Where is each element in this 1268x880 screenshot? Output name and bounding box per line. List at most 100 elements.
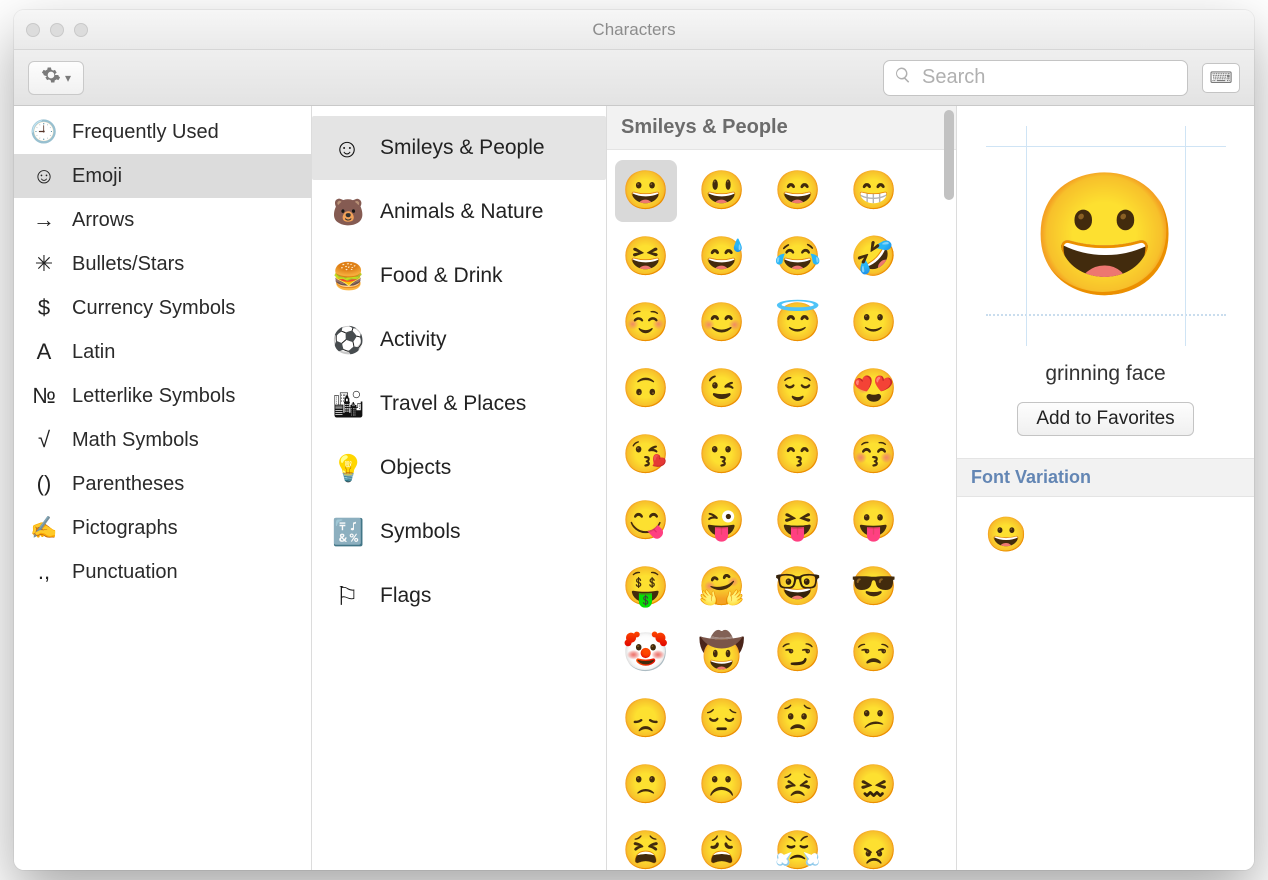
emoji-cell[interactable]: 😜 — [691, 490, 753, 552]
subcategory-list: ☺Smileys & People🐻Animals & Nature🍔Food … — [312, 106, 607, 870]
emoji-cell[interactable]: 😌 — [767, 358, 829, 420]
guide-line — [1026, 126, 1027, 346]
zoom-window[interactable] — [74, 23, 88, 37]
emoji-cell[interactable]: 😗 — [691, 424, 753, 486]
emoji-cell[interactable]: ☹️ — [691, 754, 753, 816]
emoji-cell[interactable]: 😋 — [615, 490, 677, 552]
emoji-cell[interactable]: 😇 — [767, 292, 829, 354]
chevron-down-icon: ▾ — [65, 71, 71, 85]
subcat-item-label: Flags — [380, 584, 431, 608]
sidebar-item-label: Letterlike Symbols — [72, 385, 235, 408]
subcat-item-travel-places[interactable]: 🏙Travel & Places — [312, 372, 606, 436]
sidebar-item-letterlike-symbols[interactable]: № Letterlike Symbols — [14, 374, 311, 418]
emoji-cell[interactable]: 😛 — [843, 490, 905, 552]
emoji-cell[interactable]: 😁 — [843, 160, 905, 222]
emoji-cell[interactable]: 😟 — [767, 688, 829, 750]
emoji-cell[interactable]: 🤗 — [691, 556, 753, 618]
add-to-favorites-button[interactable]: Add to Favorites — [1017, 402, 1193, 436]
font-variation-glyph[interactable]: 😀 — [957, 497, 1254, 573]
category-sidebar: 🕘Frequently Used☺Emoji → Arrows ✳Bullets/St… — [14, 106, 312, 870]
category-icon: √ — [30, 427, 58, 453]
settings-menu-button[interactable]: ▾ — [28, 61, 84, 95]
subcat-item-symbols[interactable]: 🔣Symbols — [312, 500, 606, 564]
subcat-item-animals-nature[interactable]: 🐻Animals & Nature — [312, 180, 606, 244]
subcat-item-label: Objects — [380, 456, 451, 480]
guide-line — [986, 314, 1226, 316]
sidebar-item-latin[interactable]: A Latin — [14, 330, 311, 374]
emoji-cell[interactable]: 🤓 — [767, 556, 829, 618]
search-input[interactable] — [920, 65, 1177, 90]
subcat-icon: 💡 — [332, 453, 362, 484]
preview-glyph: 😀 — [1031, 166, 1180, 306]
subcat-item-flags[interactable]: ⚐Flags — [312, 564, 606, 628]
category-icon: A — [30, 339, 58, 365]
subcat-item-objects[interactable]: 💡 Objects — [312, 436, 606, 500]
emoji-cell[interactable]: 🤑 — [615, 556, 677, 618]
sidebar-item-frequently-used[interactable]: 🕘Frequently Used — [14, 110, 311, 154]
emoji-cell[interactable]: 😃 — [691, 160, 753, 222]
search-field[interactable] — [883, 60, 1188, 96]
emoji-cell[interactable]: 🤠 — [691, 622, 753, 684]
subcat-item-food-drink[interactable]: 🍔Food & Drink — [312, 244, 606, 308]
character-name: grinning face — [957, 362, 1254, 386]
emoji-cell[interactable]: 😒 — [843, 622, 905, 684]
emoji-cell[interactable]: 😠 — [843, 820, 905, 870]
emoji-cell[interactable]: 🤣 — [843, 226, 905, 288]
emoji-cell[interactable]: 😄 — [767, 160, 829, 222]
category-icon: № — [30, 383, 58, 409]
emoji-cell[interactable]: 😞 — [615, 688, 677, 750]
grid-scroll[interactable]: 😀😃😄😁 😆😅😂🤣 ☺️😊😇🙂 🙃😉😌😍 😘😗😙😚 😋😜😝😛 🤑🤗🤓😎 🤡🤠😏😒 😞😔😟😕 🙁☹️… — [607, 150, 956, 870]
emoji-cell[interactable]: 😂 — [767, 226, 829, 288]
emoji-cell[interactable]: ☺️ — [615, 292, 677, 354]
emoji-cell[interactable]: 😫 — [615, 820, 677, 870]
emoji-cell[interactable]: 😅 — [691, 226, 753, 288]
emoji-cell[interactable]: 😝 — [767, 490, 829, 552]
sidebar-item-currency-symbols[interactable]: $Currency Symbols — [14, 286, 311, 330]
body: 🕘Frequently Used☺Emoji → Arrows ✳Bullets/St… — [14, 106, 1254, 870]
emoji-cell[interactable]: 😖 — [843, 754, 905, 816]
sidebar-item-pictographs[interactable]: ✍Pictographs — [14, 506, 311, 550]
emoji-cell[interactable]: 🙃 — [615, 358, 677, 420]
sidebar-item-label: Latin — [72, 341, 115, 364]
emoji-cell[interactable]: 😚 — [843, 424, 905, 486]
emoji-cell[interactable]: 😀 — [615, 160, 677, 222]
subcat-item-smileys-people[interactable]: ☺Smileys & People — [312, 116, 606, 180]
emoji-cell[interactable]: 😔 — [691, 688, 753, 750]
emoji-cell[interactable]: 😊 — [691, 292, 753, 354]
emoji-cell[interactable]: 😤 — [767, 820, 829, 870]
emoji-cell[interactable]: 😣 — [767, 754, 829, 816]
sidebar-item-label: Parentheses — [72, 473, 184, 496]
emoji-cell[interactable]: 😏 — [767, 622, 829, 684]
sidebar-item-math-symbols[interactable]: √Math Symbols — [14, 418, 311, 462]
minimize-window[interactable] — [50, 23, 64, 37]
sidebar-item-punctuation[interactable]: .,Punctuation — [14, 550, 311, 594]
search-icon — [894, 66, 920, 90]
sidebar-item-emoji[interactable]: ☺Emoji — [14, 154, 311, 198]
emoji-cell[interactable]: 😎 — [843, 556, 905, 618]
sidebar-item-arrows[interactable]: → Arrows — [14, 198, 311, 242]
subcat-item-activity[interactable]: ⚽Activity — [312, 308, 606, 372]
category-icon: → — [30, 207, 58, 233]
sidebar-item-label: Frequently Used — [72, 121, 219, 144]
emoji-cell[interactable]: 😍 — [843, 358, 905, 420]
emoji-cell[interactable]: 😩 — [691, 820, 753, 870]
emoji-cell[interactable]: 🙂 — [843, 292, 905, 354]
emoji-cell[interactable]: 😆 — [615, 226, 677, 288]
sidebar-item-bullets-stars[interactable]: ✳Bullets/Stars — [14, 242, 311, 286]
subcat-item-label: Travel & Places — [380, 392, 526, 416]
emoji-cell[interactable]: 🙁 — [615, 754, 677, 816]
sidebar-item-parentheses[interactable]: ()Parentheses — [14, 462, 311, 506]
toolbar: ▾ ⌨︎ — [14, 50, 1254, 106]
emoji-cell[interactable]: 🤡 — [615, 622, 677, 684]
sidebar-item-label: Arrows — [72, 209, 134, 232]
emoji-cell[interactable]: 😕 — [843, 688, 905, 750]
emoji-cell[interactable]: 😉 — [691, 358, 753, 420]
emoji-cell[interactable]: 😘 — [615, 424, 677, 486]
window-controls — [26, 23, 88, 37]
sidebar-item-label: Pictographs — [72, 517, 178, 540]
close-window[interactable] — [26, 23, 40, 37]
emoji-cell[interactable]: 😙 — [767, 424, 829, 486]
scrollbar-thumb[interactable] — [944, 110, 954, 200]
subcat-item-label: Food & Drink — [380, 264, 503, 288]
collapse-viewer-button[interactable]: ⌨︎ — [1202, 63, 1240, 93]
